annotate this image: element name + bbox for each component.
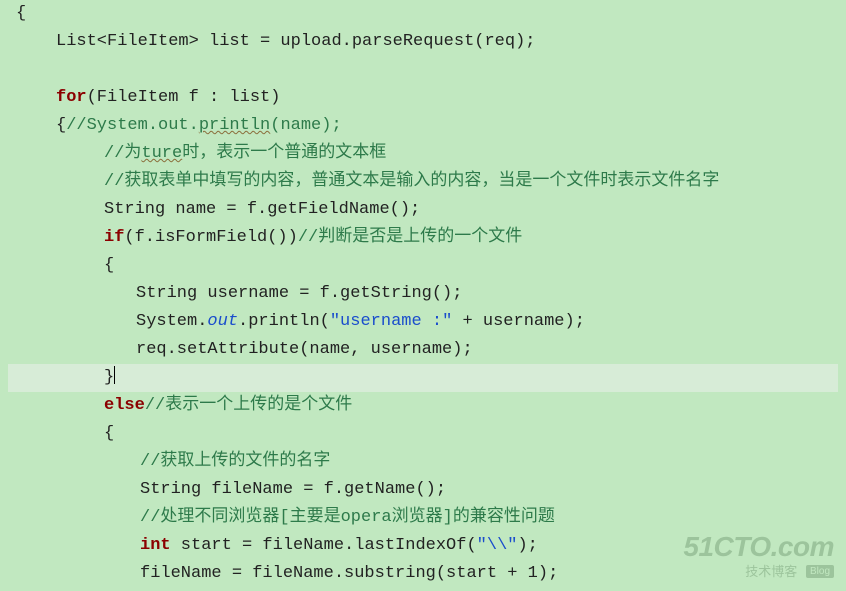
code-token: else	[104, 396, 145, 415]
code-token: .println(	[238, 312, 330, 331]
code-token: println	[199, 116, 270, 135]
code-token: }	[104, 368, 114, 387]
code-token: "\\"	[477, 536, 518, 555]
code-token: //System.out.	[66, 116, 199, 135]
code-line: for(FileItem f : list)	[8, 84, 838, 112]
code-token: ture	[141, 144, 182, 163]
code-token: if	[104, 228, 124, 247]
code-line: //获取上传的文件的名字	[8, 448, 838, 476]
code-block: { List<FileItem> list = upload.parseReque…	[0, 0, 846, 588]
code-line: List<FileItem> list = upload.parseReques…	[8, 28, 838, 56]
code-token: System.	[136, 312, 207, 331]
watermark-domain: 51CTO.com	[683, 532, 834, 563]
code-line: //获取表单中填写的内容，普通文本是输入的内容，当是一个文件时表示文件名字	[8, 168, 838, 196]
code-line: req.setAttribute(name, username);	[8, 336, 838, 364]
code-token: List<FileItem> list = upload.parseReques…	[56, 32, 535, 51]
code-token: //判断是否是上传的一个文件	[298, 228, 522, 247]
code-token: //处理不同浏览器[主要是opera浏览器]的兼容性问题	[140, 508, 555, 527]
code-token: {	[56, 116, 66, 135]
code-token: req.setAttribute(name, username);	[136, 340, 473, 359]
code-token: //获取表单中填写的内容，普通文本是输入的内容，当是一个文件时表示文件名字	[104, 172, 719, 191]
watermark-sub: 技术博客	[745, 564, 797, 579]
code-line: String name = f.getFieldName();	[8, 196, 838, 224]
code-token: //获取上传的文件的名字	[140, 452, 330, 471]
code-line: System.out.println("username :" + userna…	[8, 308, 838, 336]
code-token: for	[56, 88, 87, 107]
code-token: {	[104, 424, 114, 443]
code-token: (f.isFormField())	[124, 228, 297, 247]
code-token: );	[517, 536, 537, 555]
code-line: {	[8, 252, 838, 280]
code-token: //表示一个上传的是个文件	[145, 396, 352, 415]
watermark-sub-line: 技术博客 Blog	[683, 562, 834, 581]
code-line: else//表示一个上传的是个文件	[8, 392, 838, 420]
code-line: if(f.isFormField())//判断是否是上传的一个文件	[8, 224, 838, 252]
code-token	[114, 366, 115, 384]
code-token: start = fileName.lastIndexOf(	[171, 536, 477, 555]
code-line: {	[8, 0, 838, 28]
watermark-tag: Blog	[806, 565, 834, 578]
code-line: }	[8, 364, 838, 392]
code-token: 时，表示一个普通的文本框	[182, 144, 386, 163]
code-line	[8, 56, 838, 84]
code-line: {//System.out.println(name);	[8, 112, 838, 140]
code-token: int	[140, 536, 171, 555]
code-line: String username = f.getString();	[8, 280, 838, 308]
code-token: (FileItem f : list)	[87, 88, 281, 107]
code-token: {	[104, 256, 114, 275]
code-token: (name);	[270, 116, 341, 135]
code-token: fileName = fileName.substring(start + 1)…	[140, 564, 558, 583]
code-line: //为ture时，表示一个普通的文本框	[8, 140, 838, 168]
watermark: 51CTO.com 技术博客 Blog	[683, 532, 834, 581]
code-token: String username = f.getString();	[136, 284, 462, 303]
code-token: + username);	[452, 312, 585, 331]
code-token: {	[16, 4, 26, 23]
code-token: "username :"	[330, 312, 452, 331]
code-token: String name = f.getFieldName();	[104, 200, 420, 219]
code-token: //为	[104, 144, 141, 163]
code-line: //处理不同浏览器[主要是opera浏览器]的兼容性问题	[8, 504, 838, 532]
code-line: String fileName = f.getName();	[8, 476, 838, 504]
code-token: String fileName = f.getName();	[140, 480, 446, 499]
code-line: {	[8, 420, 838, 448]
code-token: out	[207, 312, 238, 331]
